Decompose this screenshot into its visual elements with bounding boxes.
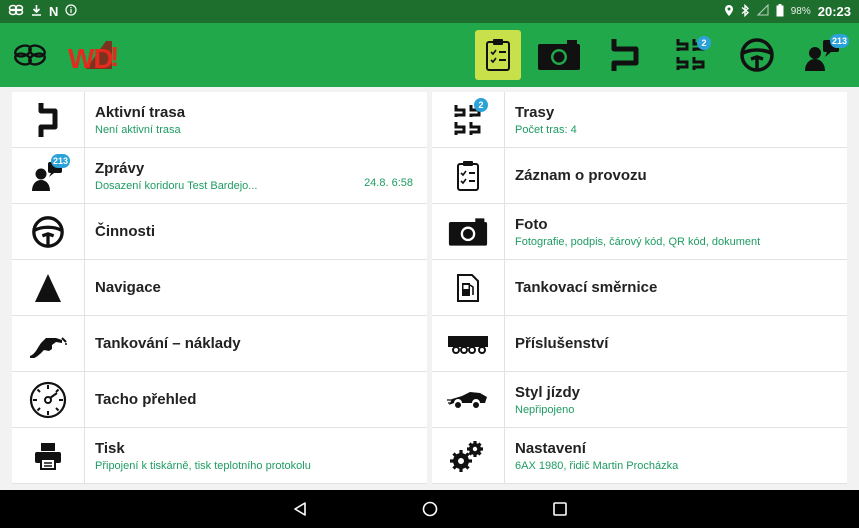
menu-item-subtitle: Počet tras: 4 [515, 123, 577, 136]
location-icon [724, 4, 734, 20]
menu-item-title: Trasy [515, 103, 555, 121]
menu-item-title: Činnosti [95, 223, 155, 240]
back-icon [293, 502, 306, 516]
menu-item-title: Styl jízdy [515, 383, 581, 401]
menu-item-title: Příslušenství [515, 335, 609, 352]
clipboard-icon [486, 39, 510, 71]
menu-item-title: Tacho přehled [95, 391, 197, 408]
menu-item-operation-log[interactable]: Záznam o provozu [432, 147, 847, 204]
recents-icon [552, 502, 567, 516]
menu-item-title: Tankování – náklady [95, 335, 241, 352]
camera-icon [448, 217, 488, 246]
tachograph-icon [29, 381, 67, 418]
clipboard-icon [457, 160, 479, 191]
settings-gears-icon [450, 440, 483, 472]
toolbar-messages-button[interactable]: 213 [795, 30, 851, 80]
battery-percent: 98% [790, 6, 811, 17]
menu-item-subtitle: 6AX 1980, řidič Martin Procházka [515, 459, 679, 472]
menu-item-title: Navigace [95, 279, 161, 296]
app-toolbar: WD ! 2 213 [0, 23, 859, 87]
menu-item-driving-style[interactable]: Styl jízdy Nepřipojeno [432, 371, 847, 428]
message-timestamp: 24.8. 6:58 [364, 177, 413, 189]
wd-logo: WD ! [68, 41, 119, 74]
main-menu: Aktivní trasa Není aktivní trasa 2 Trasy… [12, 91, 847, 484]
menu-item-title: Foto [515, 215, 548, 233]
routes-badge: 2 [474, 97, 488, 112]
menu-item-settings[interactable]: Nastavení 6AX 1980, řidič Martin Procház… [432, 427, 847, 484]
camera-icon [538, 40, 580, 70]
steering-wheel-icon [740, 38, 774, 72]
fuel-nozzle-icon [30, 336, 67, 358]
toolbar-logbook-button[interactable] [475, 30, 521, 80]
recents-button[interactable] [545, 494, 575, 524]
download-icon [31, 4, 42, 19]
menu-item-active-route[interactable]: Aktivní trasa Není aktivní trasa [12, 91, 427, 148]
n-icon: N [49, 4, 59, 19]
battery-icon [776, 3, 784, 20]
menu-item-navigation[interactable]: Navigace [12, 259, 427, 316]
printer-icon [35, 442, 61, 470]
route-icon [611, 39, 639, 71]
menu-item-subtitle: Připojení k tiskárně, tisk teplotního pr… [95, 459, 311, 472]
menu-item-fuel-policy[interactable]: Tankovací směrnice [432, 259, 847, 316]
toolbar-camera-button[interactable] [531, 30, 587, 80]
trailer-icon [448, 335, 488, 354]
menu-item-routes[interactable]: 2 Trasy Počet tras: 4 [432, 91, 847, 148]
route-icon [38, 102, 58, 137]
menu-item-refueling-costs[interactable]: Tankování – náklady [12, 315, 427, 372]
signal-icon [756, 3, 769, 19]
messages-badge: 213 [829, 34, 849, 48]
menu-item-subtitle: Dosazení koridoru Test Bardejo... [95, 179, 258, 192]
status-bar: N 98% 20:23 [0, 0, 859, 23]
menu-item-title: Aktivní trasa [95, 103, 186, 121]
menu-item-title: Zprávy [95, 159, 145, 177]
menu-item-subtitle: Nepřipojeno [515, 403, 575, 416]
bluetooth-icon [741, 3, 750, 20]
toolbar-activities-button[interactable] [729, 30, 785, 80]
app-notification-icon [8, 4, 24, 19]
steering-wheel-icon [32, 215, 64, 248]
menu-item-subtitle: Fotografie, podpis, čárový kód, QR kód, … [515, 235, 761, 248]
home-icon [422, 501, 437, 517]
menu-item-title: Nastavení [515, 439, 586, 457]
system-navigation-bar [0, 490, 859, 528]
menu-item-tacho-overview[interactable]: Tacho přehled [12, 371, 427, 428]
routes-badge: 2 [697, 36, 711, 50]
menu-item-subtitle: Není aktivní trasa [95, 123, 181, 136]
info-icon [65, 4, 77, 19]
clock: 20:23 [817, 4, 851, 19]
menu-item-print[interactable]: Tisk Připojení k tiskárně, tisk teplotní… [12, 427, 427, 484]
fuel-document-icon [457, 273, 479, 302]
home-button[interactable] [415, 494, 445, 524]
toolbar-routes-button[interactable]: 2 [663, 30, 719, 80]
toolbar-route-button[interactable] [597, 30, 653, 80]
app-menu-button[interactable] [8, 30, 52, 80]
back-button[interactable] [285, 494, 315, 524]
app-logo-icon [14, 44, 46, 66]
menu-item-title: Tisk [95, 439, 125, 457]
menu-item-accessories[interactable]: Příslušenství [432, 315, 847, 372]
menu-item-messages[interactable]: 213 Zprávy Dosazení koridoru Test Bardej… [12, 147, 427, 204]
navigation-arrow-icon [35, 273, 61, 302]
menu-item-title: Záznam o provozu [515, 167, 647, 184]
messages-badge: 213 [50, 153, 70, 168]
menu-item-photo[interactable]: Foto Fotografie, podpis, čárový kód, QR … [432, 203, 847, 260]
menu-item-title: Tankovací směrnice [515, 279, 658, 296]
menu-item-activities[interactable]: Činnosti [12, 203, 427, 260]
wd-logo-text: WD [68, 43, 114, 74]
sports-car-icon [447, 391, 487, 408]
